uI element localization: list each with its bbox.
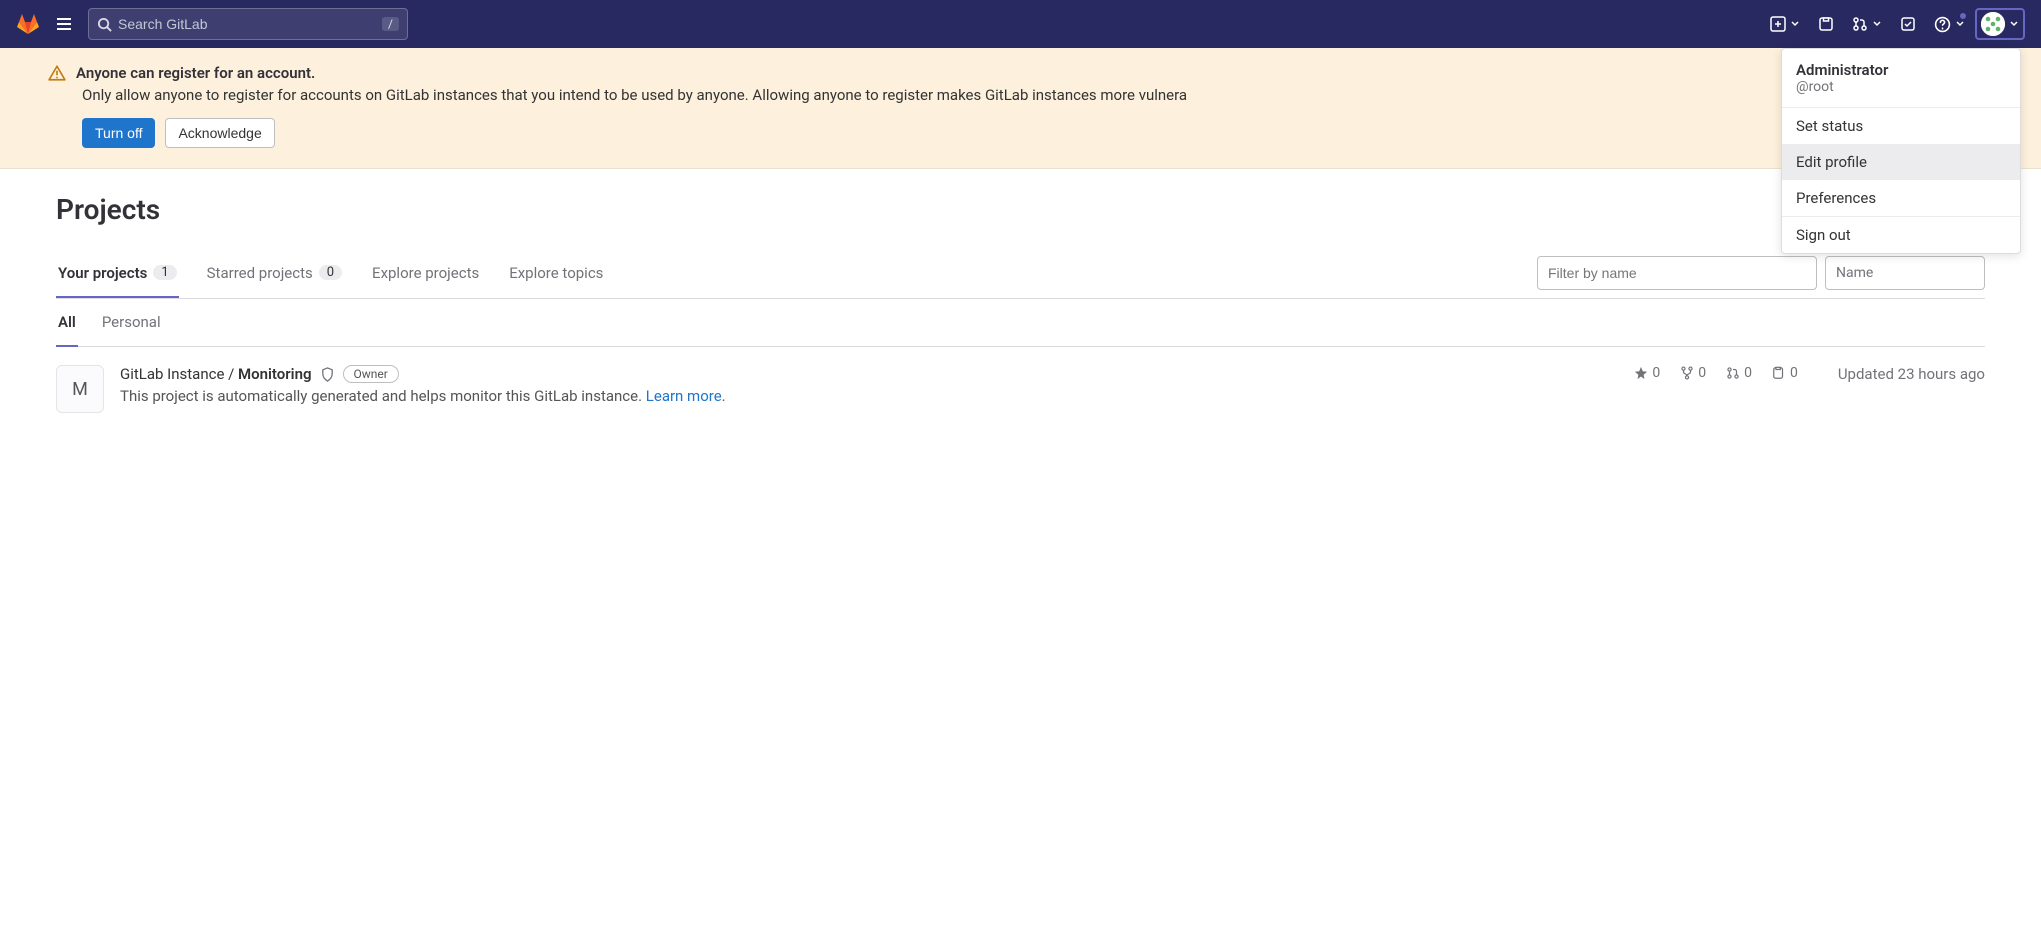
user-menu-button[interactable] bbox=[1975, 8, 2025, 40]
tab-label: Starred projects bbox=[207, 264, 313, 282]
chevron-down-icon bbox=[1872, 19, 1882, 29]
issues-stat[interactable]: 0 bbox=[1772, 365, 1798, 381]
tab-label: Explore projects bbox=[372, 264, 479, 282]
stars-stat[interactable]: 0 bbox=[1634, 365, 1660, 381]
create-new-button[interactable] bbox=[1764, 8, 1806, 40]
tab-your-projects[interactable]: Your projects 1 bbox=[56, 250, 179, 298]
menu-edit-profile[interactable]: Edit profile bbox=[1782, 144, 2020, 180]
menu-preferences[interactable]: Preferences bbox=[1782, 180, 2020, 216]
project-stats: 0 0 0 0 bbox=[1634, 365, 1798, 381]
subtab-all[interactable]: All bbox=[56, 299, 78, 347]
gitlab-logo[interactable] bbox=[16, 12, 40, 36]
project-namespace: GitLab Instance / bbox=[120, 365, 238, 383]
merge-requests-stat[interactable]: 0 bbox=[1726, 365, 1752, 381]
main-content: Projects Your projects 1 Starred project… bbox=[0, 169, 2041, 455]
top-navbar: / bbox=[0, 0, 2041, 48]
star-icon bbox=[1634, 366, 1648, 380]
user-handle: @root bbox=[1796, 79, 2006, 95]
help-button[interactable] bbox=[1928, 8, 1971, 40]
project-description: This project is automatically generated … bbox=[120, 387, 1634, 405]
project-updated: Updated 23 hours ago bbox=[1838, 365, 1985, 383]
project-avatar[interactable]: M bbox=[56, 365, 104, 413]
project-name: Monitoring bbox=[238, 365, 311, 383]
role-badge: Owner bbox=[343, 365, 399, 383]
user-name: Administrator bbox=[1796, 61, 2006, 79]
project-subtabs: All Personal bbox=[56, 299, 1985, 347]
filter-by-name-input[interactable] bbox=[1537, 256, 1817, 290]
page-title: Projects bbox=[56, 193, 1985, 226]
chevron-down-icon bbox=[1790, 19, 1800, 29]
tab-count: 0 bbox=[319, 265, 342, 280]
user-menu-header: Administrator @root bbox=[1782, 49, 2020, 107]
merge-requests-button[interactable] bbox=[1846, 8, 1888, 40]
menu-sign-out[interactable]: Sign out bbox=[1782, 217, 2020, 253]
chevron-down-icon bbox=[1955, 19, 1965, 29]
tab-explore-topics[interactable]: Explore topics bbox=[507, 250, 605, 298]
search-box[interactable]: / bbox=[88, 8, 408, 40]
search-icon bbox=[97, 17, 112, 32]
issues-icon[interactable] bbox=[1810, 8, 1842, 40]
menu-set-status[interactable]: Set status bbox=[1782, 108, 2020, 144]
fork-icon bbox=[1680, 366, 1694, 380]
forks-stat[interactable]: 0 bbox=[1680, 365, 1706, 381]
notification-dot bbox=[1959, 12, 1967, 20]
alert-body: Only allow anyone to register for accoun… bbox=[82, 86, 1993, 104]
subtab-personal[interactable]: Personal bbox=[100, 299, 163, 347]
project-path[interactable]: GitLab Instance / Monitoring bbox=[120, 365, 312, 383]
tab-count: 1 bbox=[153, 265, 176, 280]
search-input[interactable] bbox=[118, 16, 382, 32]
plus-icon bbox=[1770, 16, 1786, 32]
internal-visibility-icon bbox=[320, 367, 335, 382]
sort-label: Name bbox=[1836, 265, 1873, 281]
chevron-down-icon bbox=[2009, 19, 2019, 29]
alert-title: Anyone can register for an account. bbox=[76, 64, 315, 82]
acknowledge-button[interactable]: Acknowledge bbox=[165, 118, 274, 148]
project-row: M GitLab Instance / Monitoring Owner Thi… bbox=[56, 347, 1985, 431]
learn-more-link[interactable]: Learn more bbox=[646, 387, 722, 405]
menu-icon[interactable] bbox=[48, 8, 80, 40]
user-menu-dropdown: Administrator @root Set status Edit prof… bbox=[1781, 48, 2021, 254]
tab-explore-projects[interactable]: Explore projects bbox=[370, 250, 481, 298]
help-icon bbox=[1934, 16, 1951, 33]
search-kbd-hint: / bbox=[382, 17, 399, 31]
registration-alert: Anyone can register for an account. Only… bbox=[0, 48, 2041, 169]
warning-icon bbox=[48, 64, 66, 82]
todos-icon[interactable] bbox=[1892, 8, 1924, 40]
issues-icon bbox=[1772, 366, 1786, 380]
merge-request-icon bbox=[1852, 16, 1868, 32]
turn-off-button[interactable]: Turn off bbox=[82, 118, 155, 148]
tab-label: Explore topics bbox=[509, 264, 603, 282]
tab-label: Your projects bbox=[58, 264, 147, 282]
merge-request-icon bbox=[1726, 366, 1740, 380]
project-tabs: Your projects 1 Starred projects 0 Explo… bbox=[56, 248, 1985, 299]
sort-dropdown[interactable]: Name bbox=[1825, 256, 1985, 290]
tab-starred-projects[interactable]: Starred projects 0 bbox=[205, 250, 344, 298]
avatar bbox=[1981, 12, 2005, 36]
